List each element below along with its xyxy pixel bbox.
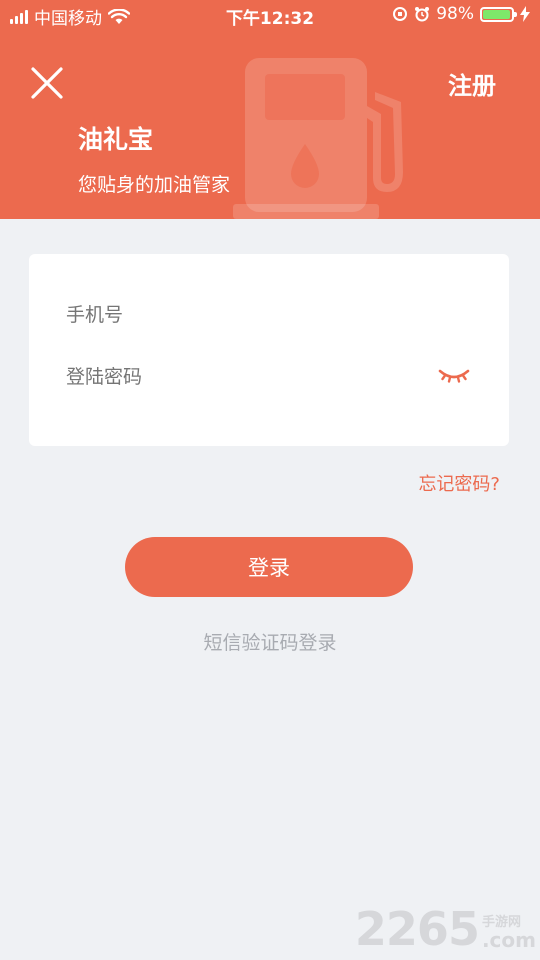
sms-login-link[interactable]: 短信验证码登录 [0, 628, 540, 655]
login-form-card [29, 254, 509, 446]
close-icon[interactable] [28, 64, 66, 102]
header-banner: 中国移动 下午12:32 98% 注册 油礼宝 您贴身的加油管家 [0, 0, 540, 219]
fuel-pump-icon [233, 58, 403, 219]
eye-closed-icon[interactable] [437, 364, 471, 386]
watermark-logo: 2265 手游网 .com [355, 906, 536, 952]
orientation-lock-icon [393, 7, 408, 21]
register-button[interactable]: 注册 [448, 66, 496, 101]
battery-percent: 98% [436, 4, 474, 24]
login-button[interactable]: 登录 [125, 537, 413, 597]
battery-fill [483, 9, 511, 19]
phone-input[interactable] [66, 302, 466, 328]
app-title: 油礼宝 [78, 125, 154, 154]
app-subtitle: 您贴身的加油管家 [78, 174, 231, 196]
forgot-password-link[interactable]: 忘记密码? [418, 470, 500, 496]
password-input[interactable] [66, 364, 426, 390]
battery-icon [480, 6, 517, 22]
watermark-number: 2265 [354, 902, 480, 956]
status-bar: 中国移动 下午12:32 98% [0, 0, 540, 30]
alarm-icon [415, 7, 430, 22]
charging-bolt-icon [520, 6, 530, 22]
watermark-domain: .com [481, 928, 536, 952]
